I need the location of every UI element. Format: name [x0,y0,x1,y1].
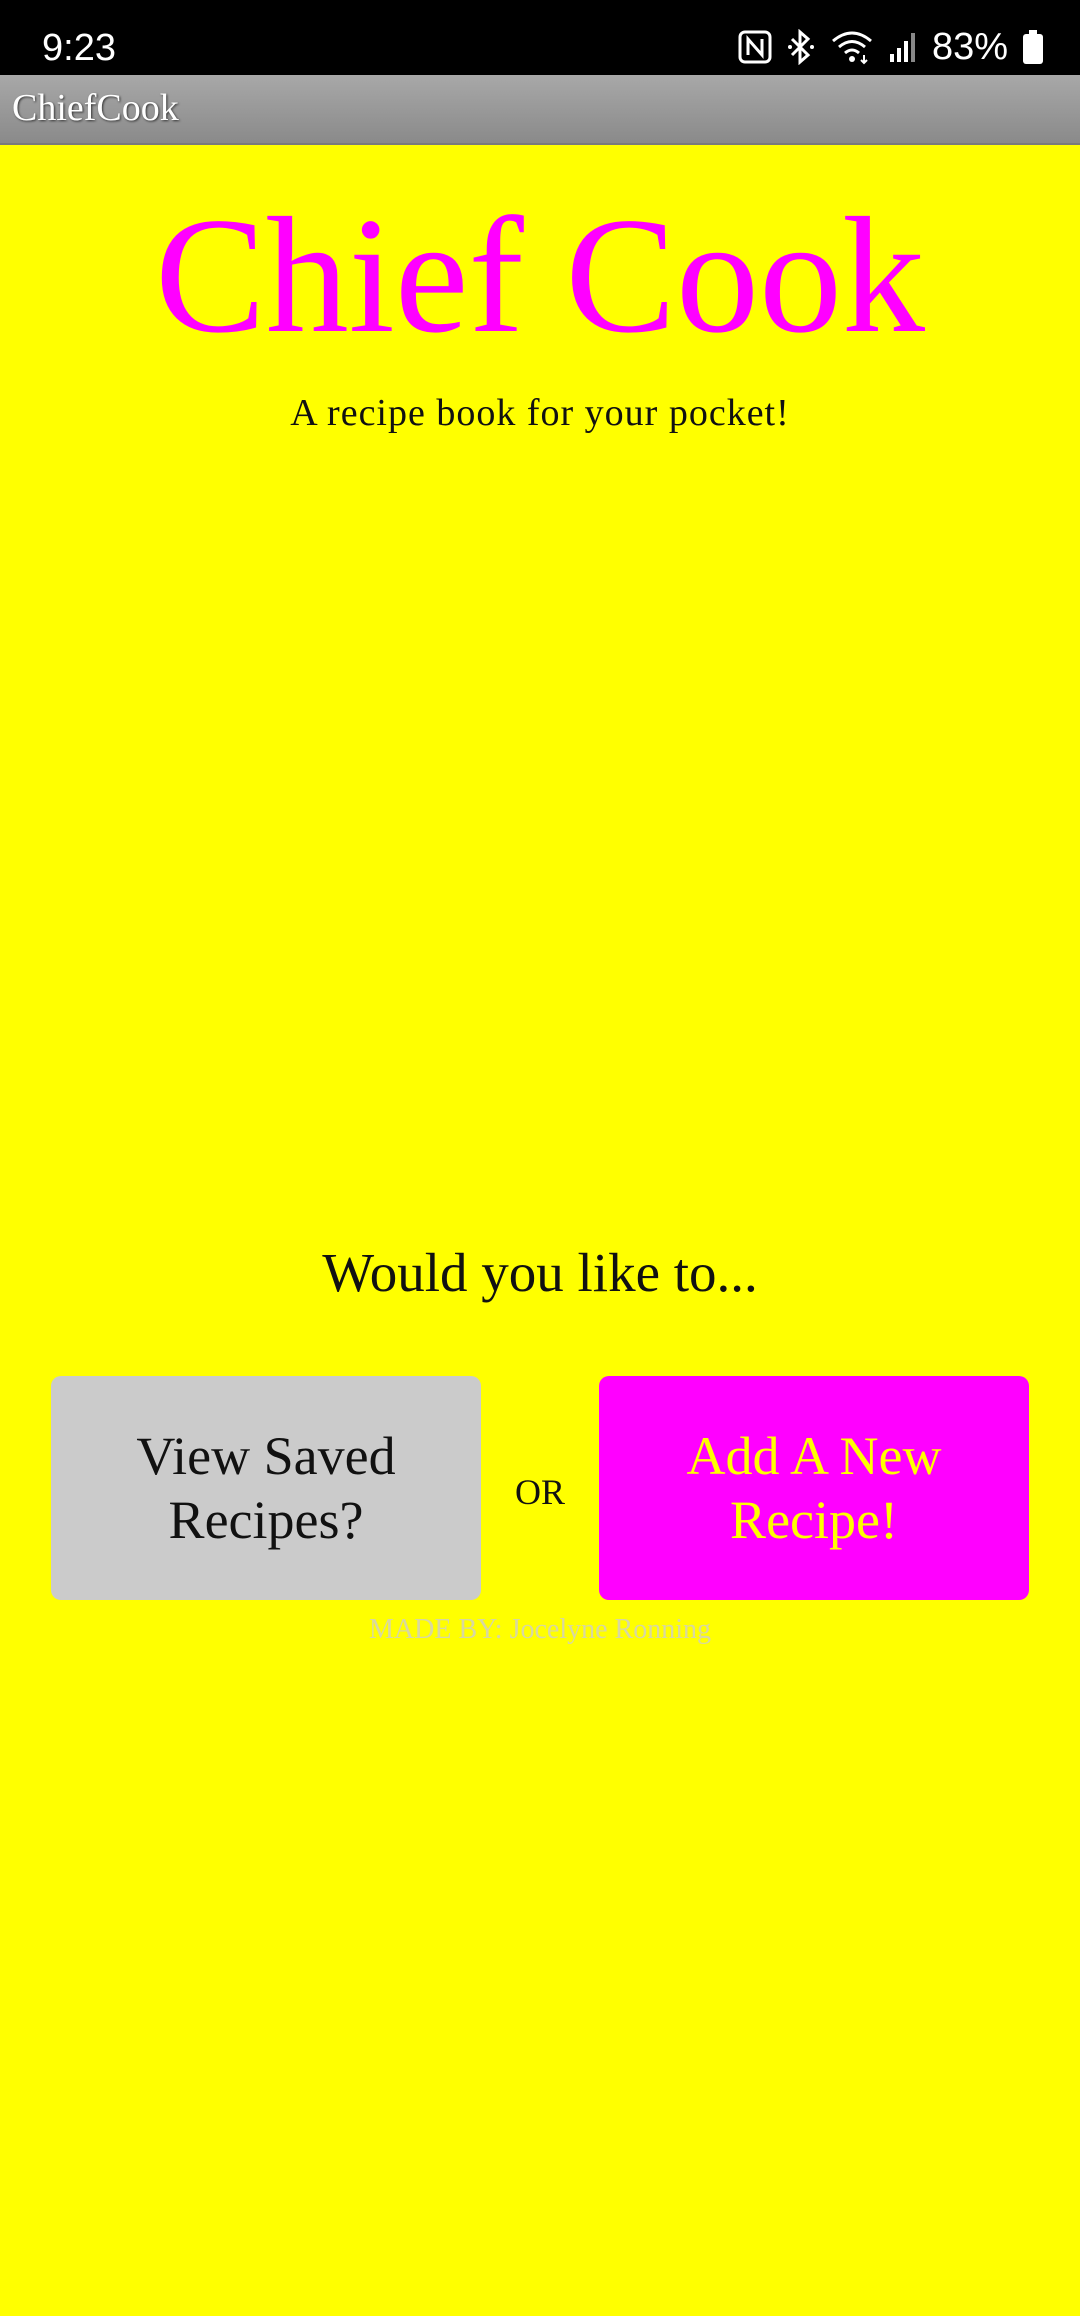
status-bar: 9:23 83% [0,0,1080,75]
app-bar-title: ChiefCook [12,87,179,129]
wifi-icon [830,29,874,65]
page-subtitle: A recipe book for your pocket! [290,392,790,434]
choice-prompt: Would you like to... [322,1242,758,1303]
signal-icon [888,30,918,64]
add-new-recipe-label: Add A New Recipe! [686,1426,942,1550]
view-saved-recipes-button[interactable]: View Saved Recipes? [51,1376,481,1600]
status-icons: 83% [738,22,1044,72]
bluetooth-icon [786,29,816,65]
or-label: OR [514,1472,565,1512]
battery-icon [1022,29,1044,65]
add-new-recipe-button[interactable]: Add A New Recipe! [599,1376,1029,1600]
app-bar: ChiefCook [0,75,1080,145]
battery-percent: 83% [931,26,1008,68]
page-title: Chief Cook [154,183,926,367]
status-time: 9:23 [42,27,116,69]
nfc-icon [738,30,772,64]
view-saved-recipes-label: View Saved Recipes? [136,1426,396,1550]
author-credit: MADE BY: Jocelyne Ronning [369,1614,711,1645]
